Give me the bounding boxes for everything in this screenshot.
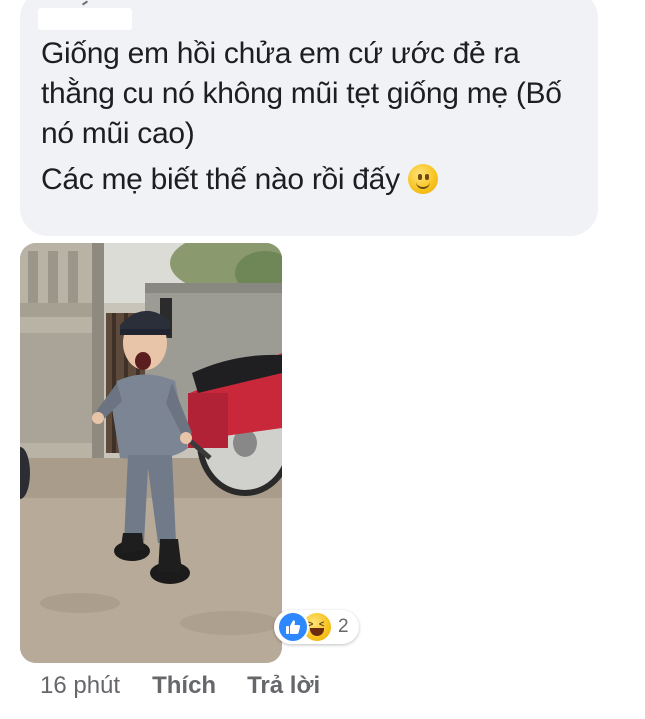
comment-text-line-2: Các mẹ biết thế nào rồi đấy [41, 160, 586, 200]
comment: Giống em hồi chửa em cứ ước đẻ ra thằng … [0, 0, 645, 719]
comment-text-line-1: Giống em hồi chửa em cứ ước đẻ ra thằng … [41, 37, 562, 150]
like-icon [277, 611, 309, 643]
comment-text: Giống em hồi chửa em cứ ước đẻ ra thằng … [41, 34, 586, 200]
reaction-count: 2 [338, 616, 349, 637]
slightly-smiling-face-icon [407, 164, 438, 194]
reply-link[interactable]: Trả lời [247, 672, 320, 700]
comment-photo[interactable] [20, 243, 282, 663]
redacted-author-name [38, 8, 132, 30]
reaction-summary[interactable]: > < 2 [274, 610, 359, 644]
comment-text-line-2-text: Các mẹ biết thế nào rồi đấy [41, 163, 400, 196]
comment-timestamp[interactable]: 16 phút [40, 672, 120, 700]
author-name-fragment [81, 0, 89, 6]
comment-bubble: Giống em hồi chửa em cứ ước đẻ ra thằng … [20, 0, 598, 236]
like-link[interactable]: Thích [152, 672, 216, 700]
comment-actions: 16 phút Thích Trả lời [40, 672, 320, 700]
